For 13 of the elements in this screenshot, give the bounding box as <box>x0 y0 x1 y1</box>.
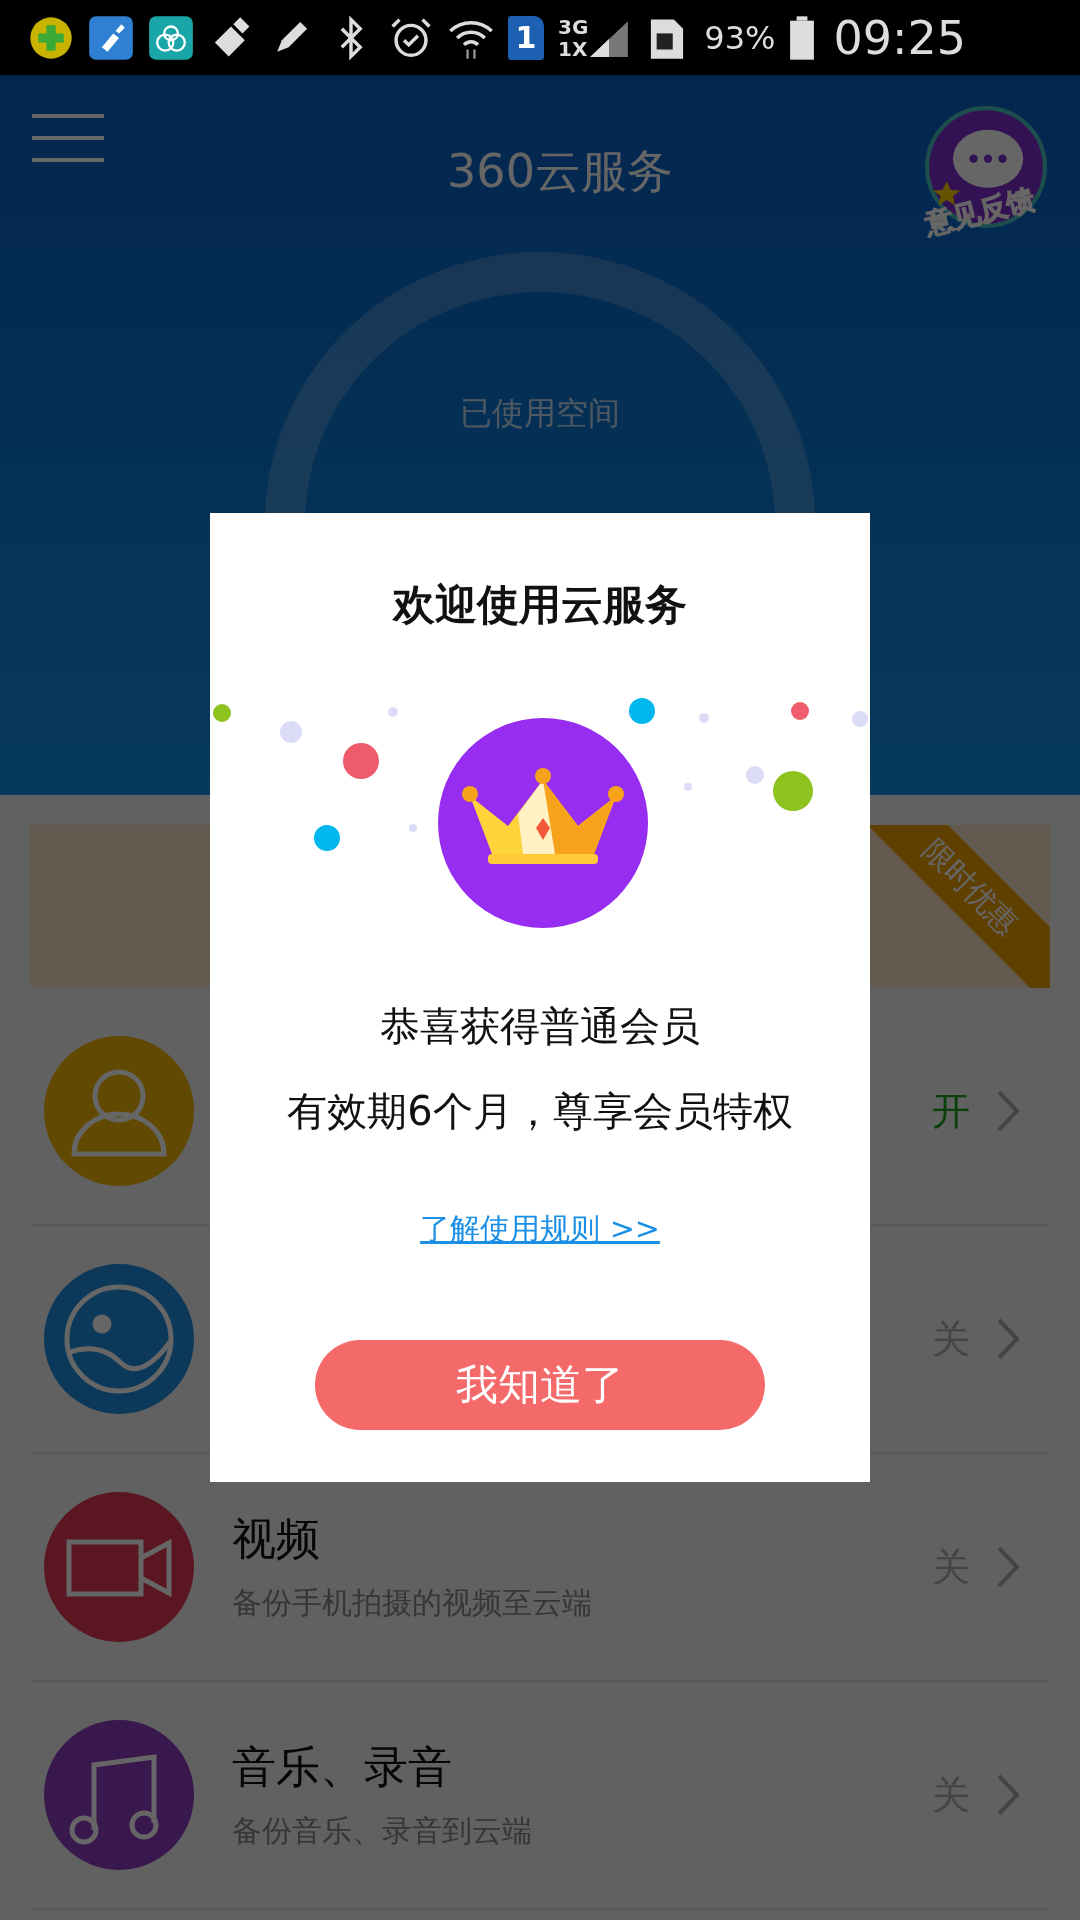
row-title: 音乐、录音 <box>232 1740 453 1794</box>
app-title: 360云服务 <box>447 143 673 200</box>
dialog-message: 恭喜获得普通会员 <box>380 1002 700 1051</box>
network-type: 1X <box>558 37 589 60</box>
storage-label: 已使用空间 <box>460 393 620 435</box>
network-type: 3G <box>558 15 589 38</box>
battery-percent: 93% <box>704 18 776 57</box>
clock-time: 09:25 <box>833 10 967 65</box>
sim-card-icon: 1 <box>508 15 544 60</box>
dialog-title: 欢迎使用云服务 <box>393 579 687 631</box>
row-title: 视频 <box>232 1512 321 1566</box>
dialog-message: 有效期6个月，尊享会员特权 <box>287 1087 793 1136</box>
backup-status: 开 <box>932 1087 970 1135</box>
